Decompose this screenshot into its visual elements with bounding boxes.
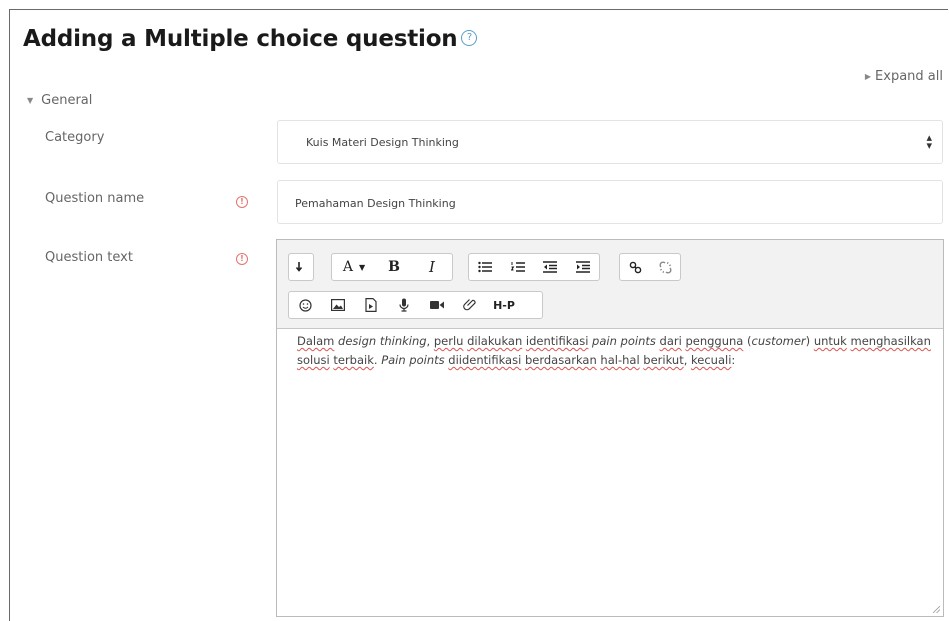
editor-text-segment: perlu <box>433 334 464 348</box>
toolbar-group-text: A ▼ B I <box>331 253 453 281</box>
toolbar-group-lists <box>468 253 600 281</box>
editor-text-segment: Pain points <box>381 353 445 367</box>
link-icon <box>629 261 641 273</box>
editor-text-segment: design thinking <box>338 334 427 348</box>
editor-text-segment: menghasilkan <box>850 334 931 348</box>
editor-toolbar: A ▼ B I H-P <box>277 240 943 329</box>
link-button[interactable] <box>620 254 650 280</box>
question-name-label: Question name <box>45 191 145 206</box>
unordered-list-icon <box>478 261 493 273</box>
microphone-icon <box>398 298 409 312</box>
italic-icon: I <box>429 258 435 276</box>
editor-text-segment: dari <box>659 334 682 348</box>
page-title-text: Adding a Multiple choice question <box>23 26 458 52</box>
toolbar-group-links <box>619 253 681 281</box>
ordered-list-button[interactable] <box>502 254 535 280</box>
bold-button[interactable]: B <box>376 254 412 280</box>
font-style-icon: A <box>342 259 353 275</box>
section-general-label: General <box>41 93 93 108</box>
question-name-value: Pemahaman Design Thinking <box>295 197 456 210</box>
required-icon: ! <box>236 253 248 265</box>
h5p-button[interactable]: H-P <box>486 292 522 318</box>
category-select[interactable]: Kuis Materi Design Thinking ▴ ▾ <box>277 120 943 164</box>
toolbar-toggle-icon <box>296 262 303 272</box>
category-select-value: Kuis Materi Design Thinking <box>306 136 459 149</box>
italic-button[interactable]: I <box>412 254 452 280</box>
editor-text-segment: diidentifikasi <box>448 353 522 367</box>
indent-button[interactable] <box>567 254 600 280</box>
h5p-icon: H-P <box>493 298 515 312</box>
expand-all-link[interactable]: ▶ Expand all <box>865 69 943 84</box>
smiley-icon <box>298 298 312 312</box>
ordered-list-icon <box>510 262 525 272</box>
required-icon: ! <box>236 196 248 208</box>
editor-text-segment: untuk <box>813 334 847 348</box>
unordered-list-button[interactable] <box>469 254 502 280</box>
category-label: Category <box>45 130 105 145</box>
outdent-icon <box>543 261 558 273</box>
editor-content[interactable]: Dalam design thinking, perlu dilakukan i… <box>297 332 933 370</box>
chevron-down-icon: ▼ <box>358 262 366 272</box>
editor-text-segment: , <box>426 334 434 348</box>
caret-down-icon: ▼ <box>27 96 34 105</box>
manage-files-button[interactable] <box>453 292 486 318</box>
video-camera-icon <box>429 301 444 309</box>
editor-text-segment: hal-hal <box>600 353 640 367</box>
editor-text-segment: dilakukan <box>467 334 523 348</box>
page-title: Adding a Multiple choice question? <box>23 26 478 52</box>
editor-text-segment: berikut <box>643 353 684 367</box>
question-text-label: Question text <box>45 250 133 265</box>
manage-files-icon <box>462 299 476 311</box>
section-general-toggle[interactable]: ▼ General <box>27 93 92 108</box>
toolbar-toggle-button[interactable] <box>289 254 313 280</box>
unlink-icon <box>658 260 672 274</box>
image-button[interactable] <box>321 292 354 318</box>
editor-text-segment: identifikasi <box>525 334 589 348</box>
toolbar-group-toggle <box>288 253 314 281</box>
editor-text-segment: , <box>683 353 692 367</box>
editor-text-segment: pengguna <box>685 334 744 348</box>
help-icon[interactable]: ? <box>461 29 478 46</box>
question-name-input[interactable]: Pemahaman Design Thinking <box>277 180 943 224</box>
editor-text-segment: solusi <box>297 353 330 367</box>
editor-text-segment: pain points <box>592 334 656 348</box>
question-text-editor[interactable]: A ▼ B I H-P Dalam design thinking, perlu… <box>276 239 944 617</box>
record-video-button[interactable] <box>420 292 453 318</box>
bold-icon: B <box>388 259 400 275</box>
font-style-button[interactable]: A ▼ <box>332 254 376 280</box>
emoticon-button[interactable] <box>289 292 321 318</box>
outdent-button[interactable] <box>534 254 567 280</box>
editor-text-segment: terbaik <box>333 353 374 367</box>
expand-all-label: Expand all <box>875 69 943 84</box>
unlink-button[interactable] <box>650 254 680 280</box>
record-audio-button[interactable] <box>387 292 420 318</box>
indent-icon <box>575 261 590 273</box>
editor-text-segment: : <box>731 353 736 367</box>
editor-text-segment: ( <box>743 334 752 348</box>
editor-text-segment: Dalam <box>297 334 335 348</box>
editor-text-segment: customer <box>751 334 806 348</box>
toolbar-group-media: H-P <box>288 291 543 319</box>
image-icon <box>330 299 345 311</box>
media-button[interactable] <box>354 292 387 318</box>
media-file-icon <box>364 298 377 312</box>
caret-right-icon: ▶ <box>864 72 872 81</box>
editor-text-segment: ) <box>805 334 814 348</box>
resize-handle-icon[interactable] <box>932 605 940 613</box>
editor-text-segment: berdasarkan <box>524 353 597 367</box>
editor-text-segment: kecuali <box>691 353 732 367</box>
select-arrows-icon: ▴ ▾ <box>926 131 932 152</box>
